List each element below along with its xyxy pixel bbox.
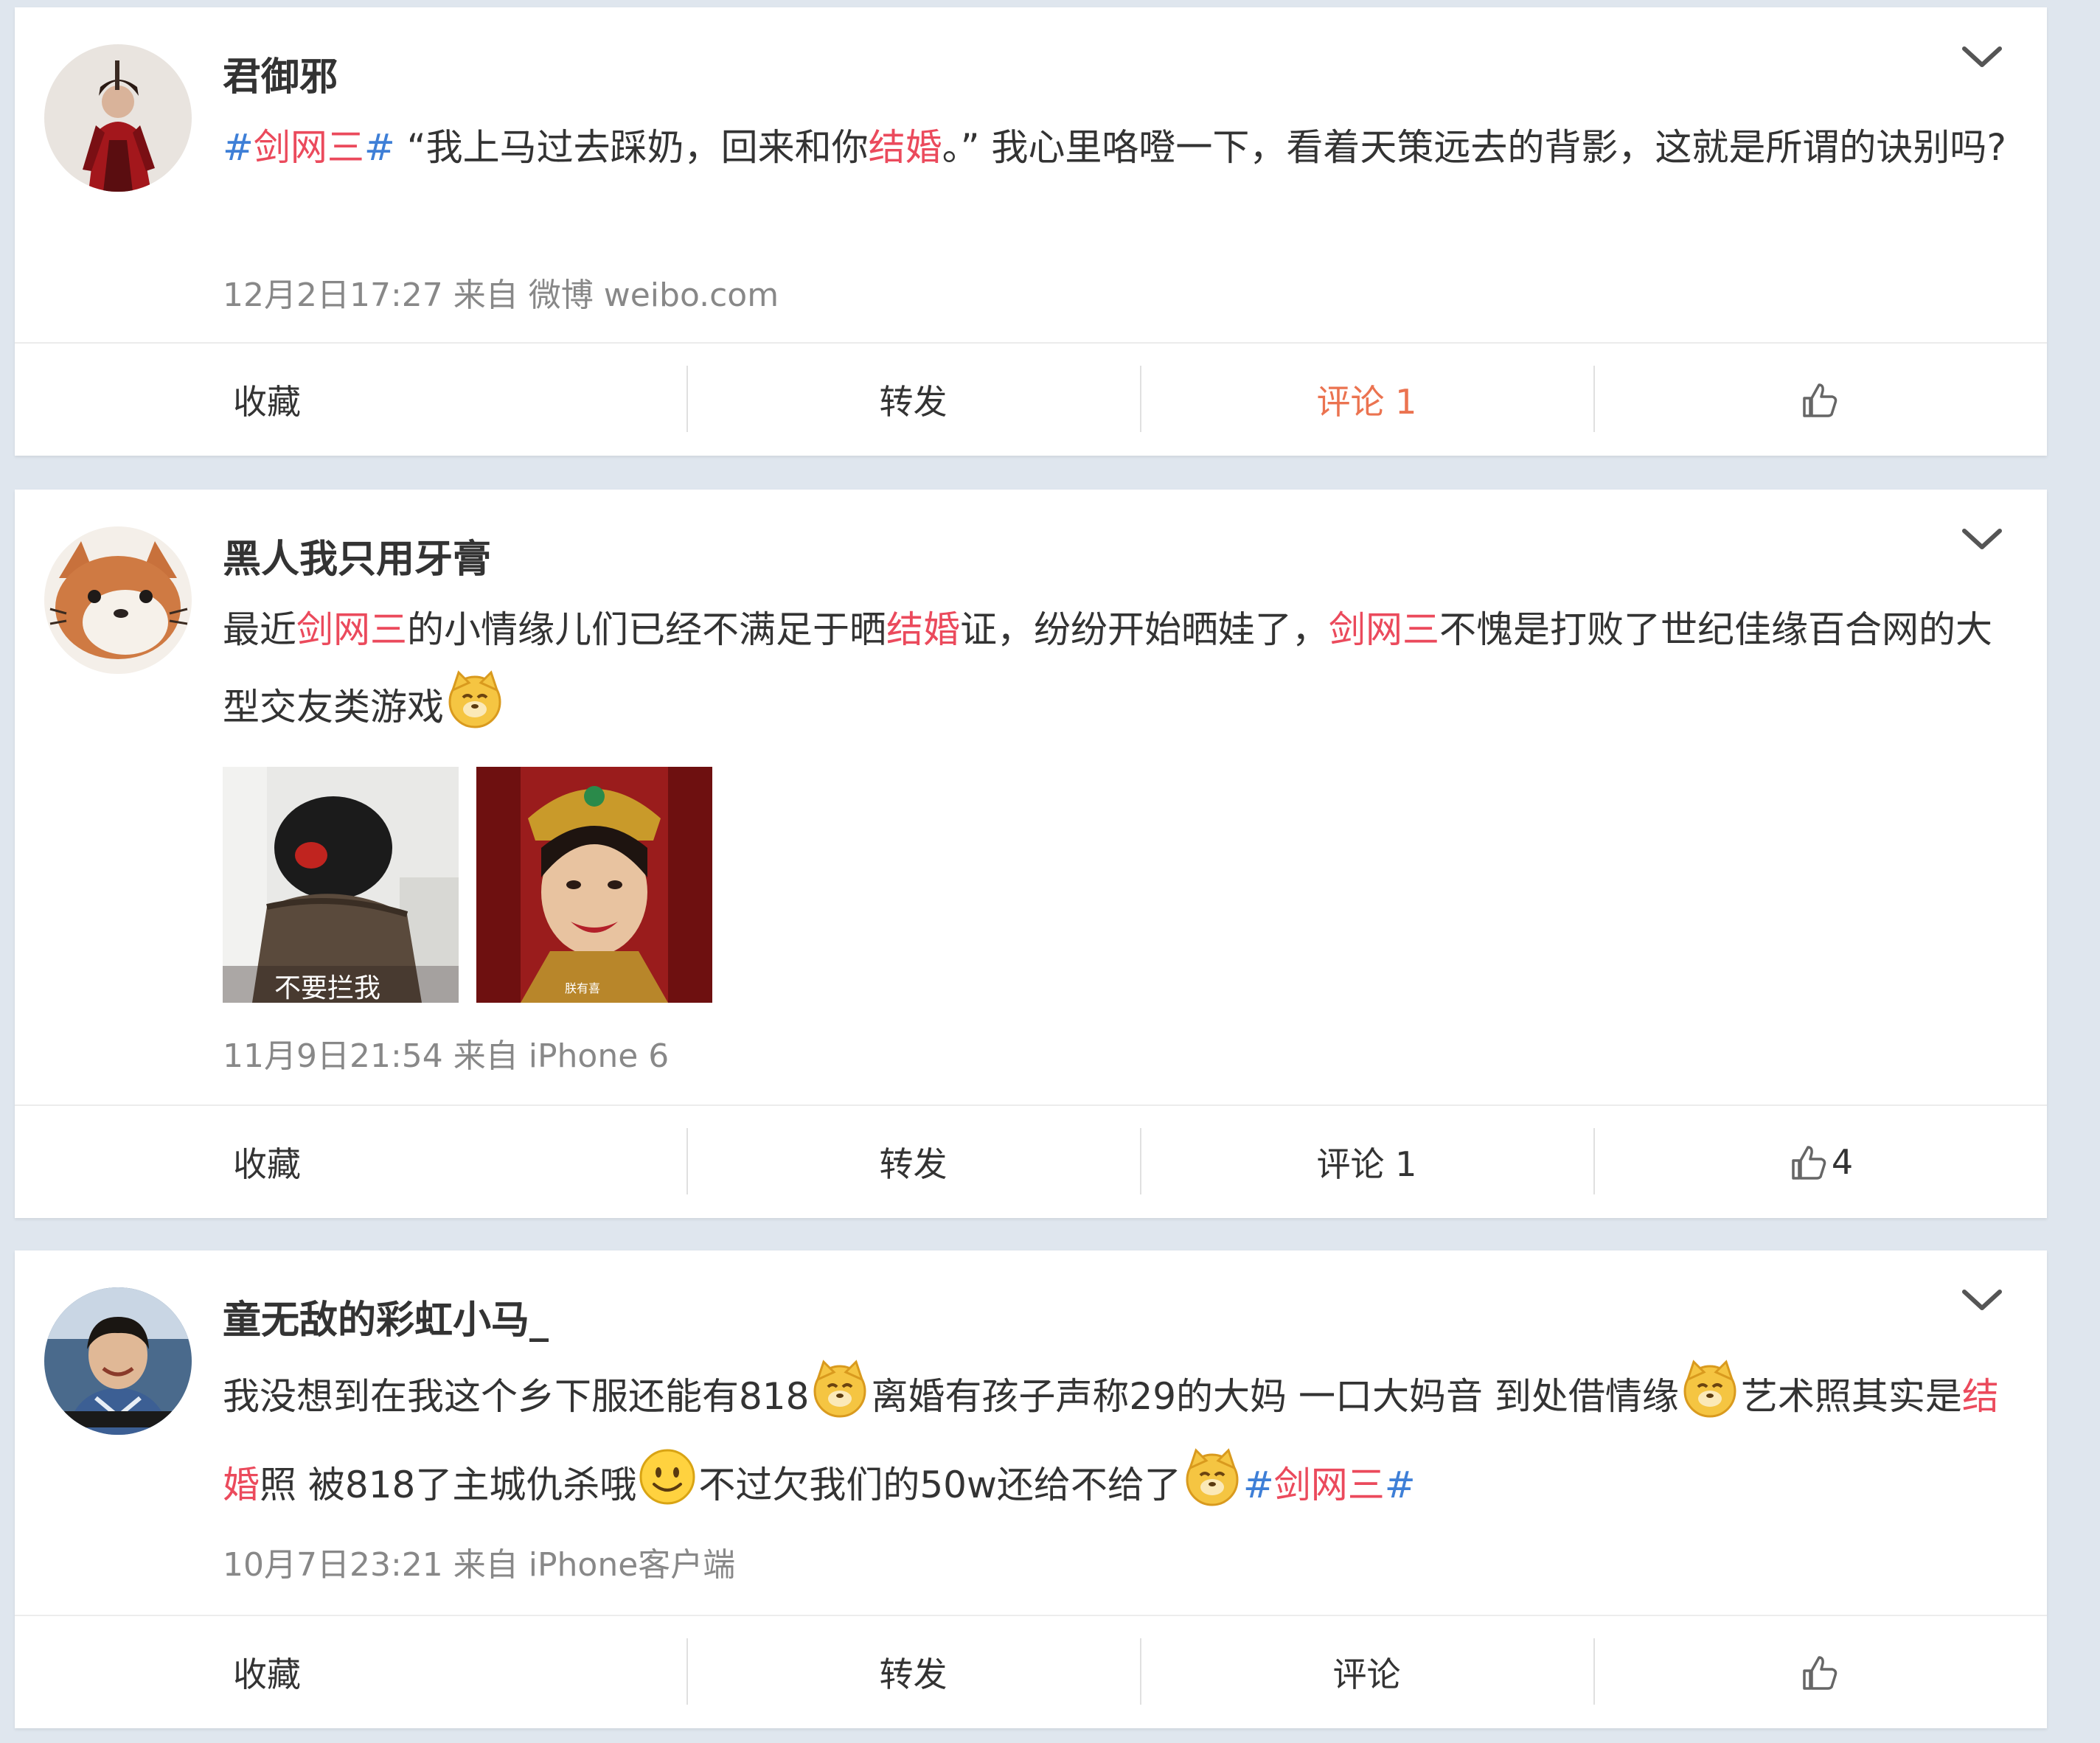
like-count: 4 (1831, 1142, 1854, 1182)
username[interactable]: 黑人我只用牙膏 (223, 528, 491, 583)
weibo-feed: 君御邪 #剑网三# “我上马过去踩奶，回来和你结婚。” 我心里咯噔一下，看着天策… (0, 0, 2100, 1743)
post-meta[interactable]: 10月7日23:21 来自 iPhone客户端 (223, 1538, 735, 1585)
action-bar: 收藏 转发 评论 (15, 1615, 2047, 1728)
empress-image-icon: 朕有喜 (476, 767, 712, 1003)
thumbs-up-icon (1802, 383, 1837, 417)
repost-label: 转发 (879, 382, 948, 422)
post-card: 黑人我只用牙膏 最近剑网三的小情缘儿们已经不满足于晒结婚证，纷纷开始晒娃了，剑网… (15, 490, 2047, 1218)
post-meta[interactable]: 11月9日21:54 来自 iPhone 6 (223, 1029, 669, 1076)
post-text-segment: 不过欠我们的50w还给不给了 (698, 1464, 1181, 1506)
image-caption: 不要拦我 (274, 973, 380, 1003)
chevron-down-icon[interactable] (1960, 1286, 2004, 1315)
comment-button[interactable]: 评论 1 (1140, 1106, 1593, 1218)
favorite-button[interactable]: 收藏 (15, 1106, 686, 1218)
repost-label: 转发 (879, 1655, 948, 1694)
hashtag-mark[interactable]: # (1385, 1464, 1416, 1506)
post-text: #剑网三# “我上马过去踩奶，回来和你结婚。” 我心里咯噔一下，看着天策远去的背… (223, 109, 2022, 186)
warrior-avatar-icon (44, 44, 192, 192)
repost-button[interactable]: 转发 (686, 1616, 1140, 1728)
avatar[interactable] (44, 44, 192, 192)
post-text-segment: 。” 我心里咯噔一下，看着天策远去的背影，这就是所谓的诀别吗? (942, 126, 2006, 169)
favorite-label: 收藏 (233, 382, 301, 422)
topic-link[interactable]: 剑网三 (296, 608, 407, 651)
action-bar: 收藏 转发 评论 1 (15, 342, 2047, 456)
favorite-button[interactable]: 收藏 (15, 1616, 686, 1728)
like-button[interactable]: 4 (1593, 1106, 2047, 1218)
post-text-segment: 我没想到在我这个乡下服还能有818 (223, 1375, 810, 1418)
doge-emoji-icon (1679, 1357, 1741, 1419)
doge-emoji-icon (444, 668, 506, 730)
avatar[interactable] (44, 526, 192, 674)
repost-label: 转发 (879, 1144, 948, 1184)
username[interactable]: 童无敌的彩虹小马_ (223, 1289, 549, 1344)
post-text-segment: 最近 (223, 608, 296, 651)
comment-button[interactable]: 评论 1 (1140, 344, 1593, 456)
post-text-segment: “我上马过去踩奶，回来和你 (394, 126, 869, 169)
hashtag-mark[interactable]: # (223, 126, 254, 169)
repost-button[interactable]: 转发 (686, 1106, 1140, 1218)
favorite-button[interactable]: 收藏 (15, 344, 686, 456)
avatar[interactable] (44, 1287, 192, 1435)
keyword-link[interactable]: 结婚 (869, 126, 942, 169)
young-man-avatar-icon (44, 1287, 192, 1435)
post-card: 君御邪 #剑网三# “我上马过去踩奶，回来和你结婚。” 我心里咯噔一下，看着天策… (15, 7, 2047, 456)
topic-link[interactable]: 剑网三 (254, 126, 364, 169)
cartoon-cat-avatar-icon (44, 526, 192, 674)
smile-emoji-icon (636, 1446, 698, 1508)
post-text: 最近剑网三的小情缘儿们已经不满足于晒结婚证，纷纷开始晒娃了，剑网三不愧是打败了世… (223, 591, 2022, 745)
image-caption: 朕有喜 (565, 981, 600, 995)
topic-link[interactable]: 剑网三 (1274, 1464, 1385, 1506)
comment-label: 评论 (1332, 1655, 1401, 1694)
comment-label: 评论 1 (1316, 1144, 1417, 1184)
thumbs-up-icon (1802, 1656, 1837, 1690)
doge-emoji-icon (1181, 1446, 1243, 1508)
favorite-label: 收藏 (233, 1144, 301, 1184)
post-image-kumamon[interactable]: 不要拦我 (223, 767, 459, 1003)
hashtag-mark[interactable]: # (1243, 1464, 1274, 1506)
post-text-segment: 离婚有孩子声称29的大妈 一口大妈音 到处借情缘 (871, 1375, 1679, 1418)
post-meta[interactable]: 12月2日17:27 来自 微博 weibo.com (223, 268, 779, 316)
username[interactable]: 君御邪 (223, 46, 338, 101)
kumamon-image-icon: 不要拦我 (223, 767, 459, 1003)
hashtag-mark[interactable]: # (364, 126, 395, 169)
post-image-empress[interactable]: 朕有喜 (476, 767, 712, 1003)
post-text-segment: 照 被818了主城仇杀哦 (260, 1464, 637, 1506)
comment-label: 评论 1 (1316, 382, 1417, 422)
action-bar: 收藏 转发 评论 1 4 (15, 1104, 2047, 1218)
post-text-segment: 的小情缘儿们已经不满足于晒 (407, 608, 886, 651)
favorite-label: 收藏 (233, 1655, 301, 1694)
topic-link[interactable]: 剑网三 (1329, 608, 1439, 651)
post-text: 我没想到在我这个乡下服还能有818 离婚有孩子声称29的大妈 一口大妈音 到处借情… (223, 1352, 2022, 1529)
like-button[interactable] (1593, 1616, 2047, 1728)
keyword-link[interactable]: 结婚 (886, 608, 960, 651)
comment-button[interactable]: 评论 (1140, 1616, 1593, 1728)
repost-button[interactable]: 转发 (686, 344, 1140, 456)
like-button[interactable] (1593, 344, 2047, 456)
post-text-segment: 证，纷纷开始晒娃了， (960, 608, 1329, 651)
chevron-down-icon[interactable] (1960, 43, 2004, 72)
thumbs-up-icon (1792, 1146, 1826, 1180)
doge-emoji-icon (809, 1357, 871, 1419)
chevron-down-icon[interactable] (1960, 525, 2004, 554)
post-card: 童无敌的彩虹小马_ 我没想到在我这个乡下服还能有818 离婚有孩子声称29的大妈 … (15, 1250, 2047, 1728)
post-text-segment: 艺术照其实是 (1740, 1375, 1962, 1418)
